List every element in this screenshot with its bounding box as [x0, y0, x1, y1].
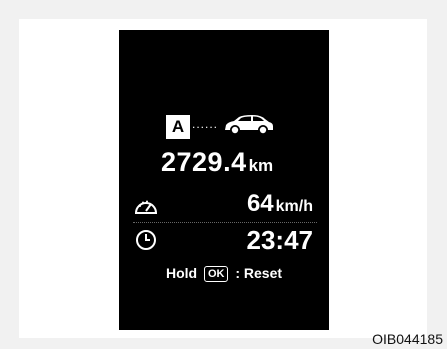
distance-unit: km	[248, 156, 274, 175]
trip-row: A ......	[166, 115, 306, 139]
elapsed-time: 23:47	[246, 225, 314, 255]
average-speed: 64 km/h	[247, 190, 313, 218]
speed-unit: km/h	[275, 198, 313, 215]
distance-value: 2729.4	[161, 147, 247, 177]
speedometer-icon	[134, 200, 158, 214]
speed-value: 64	[246, 190, 274, 217]
ok-key: OK	[203, 266, 229, 282]
hint-suffix: : Reset	[235, 265, 283, 281]
divider	[133, 222, 317, 223]
reset-hint: Hold OK : Reset	[119, 265, 329, 282]
figure-code: OIB044185	[372, 331, 443, 347]
hint-prefix: Hold	[165, 265, 198, 281]
trip-distance: 2729.4 km	[161, 147, 273, 178]
cluster-display: A ...... 2729.4 km 64 km/h 23:47 Hold OK :	[119, 30, 329, 330]
car-icon	[225, 115, 273, 135]
trip-dots: ......	[192, 117, 219, 131]
trip-mode-badge: A	[166, 115, 190, 139]
clock-icon	[136, 230, 156, 250]
